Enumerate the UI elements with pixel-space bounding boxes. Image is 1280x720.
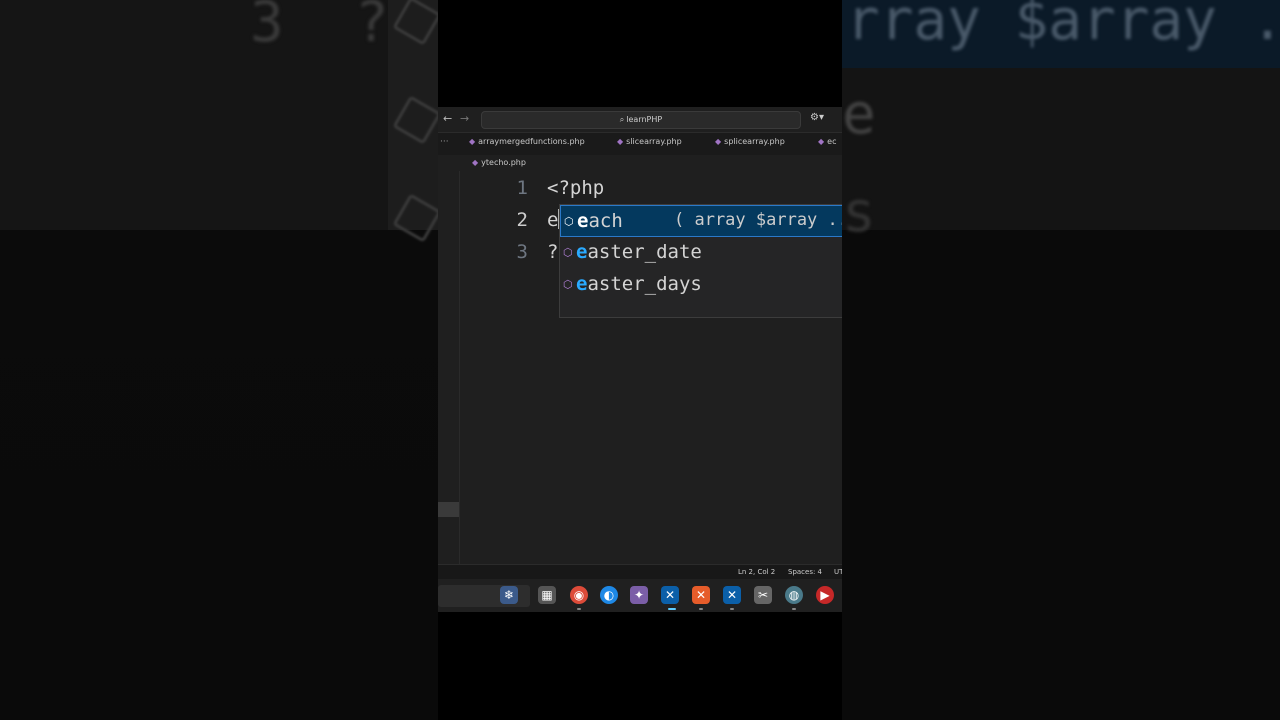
php-file-icon: ◆ [818,137,825,146]
vscode-insiders-icon[interactable]: ✕ [723,586,741,604]
edge-icon[interactable]: ◐ [600,586,618,604]
vscode-icon[interactable]: ✕ [661,586,679,604]
suggestion-widget: ⬡ each ( array $array ... ⬡ easter_date … [559,204,842,318]
xampp-icon[interactable]: ✕ [692,586,710,604]
tab-label: slicearray.php [626,137,682,146]
background-ghost-text: ? [355,0,389,55]
tab-label: splicearray.php [724,137,785,146]
line-number: 1 [516,177,528,199]
suggestion-rest: aster_date [587,241,702,263]
background-ghost-text: s [842,180,876,245]
suggestion-rest: aster_days [587,273,702,295]
php-file-icon: ◆ [472,158,479,167]
php-file-icon: ◆ [715,137,722,146]
method-cube-icon: ⬡ [563,278,573,291]
typed-text: e [547,209,559,231]
tab-label: ec [827,137,837,146]
background-left-blur: 3 ? [0,0,438,720]
copilot-icon[interactable]: ⚙▾ [810,112,824,123]
suggestion-item[interactable]: ⬡ each ( array $array ... [560,205,842,237]
tab-ec[interactable]: ◆ ec [818,137,836,146]
background-right-blur: rray $array . e s [842,0,1280,720]
browser-app-icon[interactable]: ◍ [785,586,803,604]
tab-label: arraymergedfunctions.php [478,137,585,146]
method-cube-icon: ⬡ [564,215,574,228]
running-indicator [792,608,796,610]
windows-taskbar: ❄ ▦ ◉ ◐ ✦ ✕ ✕ ✕ ✂ ◍ ▶ [438,579,842,612]
editor-tabs: ··· ◆ arraymergedfunctions.php ◆ slicearra… [438,133,842,155]
file-explorer-icon[interactable]: ▦ [538,586,556,604]
tab-splicearray[interactable]: ◆ splicearray.php [715,137,785,146]
search-label: learnPHP [626,115,663,124]
vscode-window: ← → ⌕ learnPHP ⚙▾ ··· ◆ arraymergedfunctio… [438,107,842,612]
arrow-left-icon[interactable]: ← [443,112,452,125]
scrollbar-thumb[interactable] [438,502,459,517]
method-cube-icon: ⬡ [563,246,573,259]
running-indicator [577,608,581,610]
arrow-right-icon[interactable]: → [460,112,469,125]
background-ghost-text: e [842,82,876,147]
chrome-icon[interactable]: ◉ [570,586,588,604]
running-indicator [668,608,676,610]
tab-slicearray[interactable]: ◆ slicearray.php [617,137,682,146]
media-app-icon[interactable]: ▶ [816,586,834,604]
cursor-position[interactable]: Ln 2, Col 2 [738,568,775,576]
command-center-search[interactable]: ⌕ learnPHP [481,111,801,129]
code-line-1[interactable]: <?php [547,177,604,199]
breadcrumb[interactable]: ◆ ytecho.php [472,158,526,167]
suggestion-signature: ( array $array ... [674,210,842,230]
breadcrumb-file: ytecho.php [481,158,526,167]
weather-widget-icon[interactable]: ❄ [500,586,518,604]
background-ghost-text: rray $array . [846,0,1280,53]
suggestion-item[interactable]: ⬡ easter_days [560,269,842,301]
code-line-3[interactable]: ? [547,241,558,263]
suggestion-match: e [576,241,588,263]
line-number: 3 [516,241,528,263]
background-ghost-text: 3 [250,0,284,55]
suggestion-match: e [577,210,589,232]
title-bar: ← → ⌕ learnPHP ⚙▾ [438,107,842,133]
line-number: 2 [516,209,528,231]
running-indicator [699,608,703,610]
tab-arraymergedfunctions[interactable]: ◆ arraymergedfunctions.php [469,137,585,146]
activity-gutter [459,171,460,564]
status-bar: Ln 2, Col 2 Spaces: 4 UT [438,564,842,579]
php-file-icon: ◆ [617,137,624,146]
search-icon: ⌕ [619,115,625,124]
php-file-icon: ◆ [469,137,476,146]
indentation-setting[interactable]: Spaces: 4 [788,568,822,576]
suggestion-item[interactable]: ⬡ easter_date [560,237,842,269]
encoding-setting[interactable]: UT [834,568,842,576]
running-indicator [730,608,734,610]
snipping-tool-icon[interactable]: ✂ [754,586,772,604]
suggestion-rest: ach [588,210,623,232]
more-tabs-icon[interactable]: ··· [440,137,449,147]
copilot-app-icon[interactable]: ✦ [630,586,648,604]
suggestion-match: e [576,273,588,295]
